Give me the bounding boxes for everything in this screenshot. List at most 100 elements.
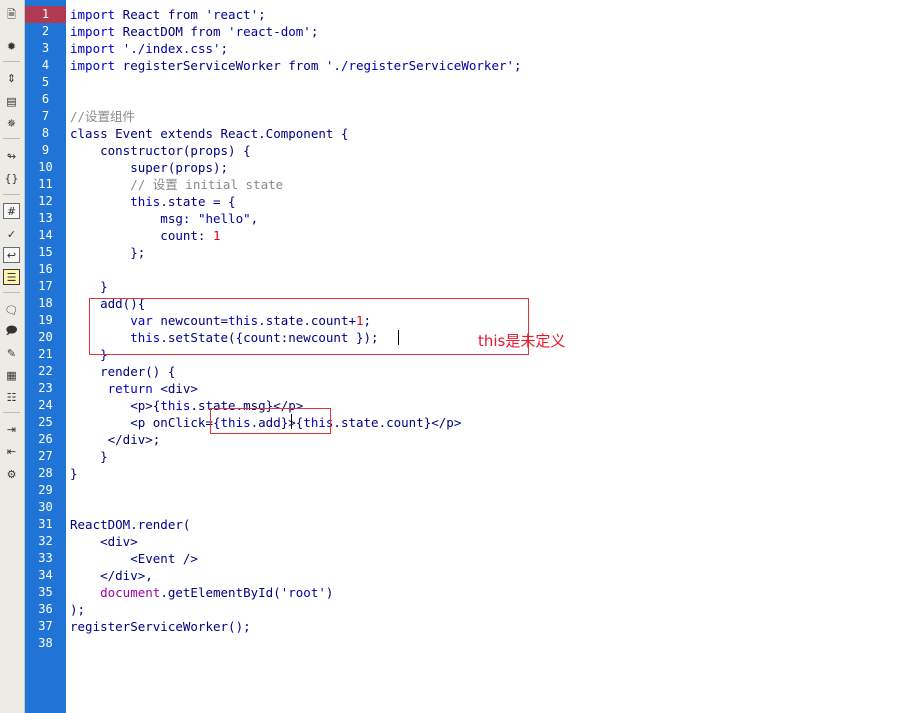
line-number: 12 [38, 194, 53, 208]
code-token: ; [514, 58, 522, 73]
line-number: 35 [38, 585, 53, 599]
settings-icon[interactable]: ✹ [3, 38, 20, 54]
code-line: } [70, 465, 78, 482]
highlight-box-add-method [89, 298, 529, 355]
format-icon[interactable]: ⚙ [3, 466, 20, 482]
file-icon[interactable]: 🗎 [3, 7, 20, 23]
code-line: super(props); [70, 159, 228, 176]
code-token: registerServiceWorker(); [70, 619, 251, 634]
code-token: "hello" [197, 211, 251, 226]
code-token: 'root' [280, 585, 326, 600]
line-number: 23 [38, 381, 53, 395]
code-token: } [70, 279, 108, 294]
code-token: 'react-dom' [228, 24, 311, 39]
code-line: }; [70, 244, 145, 261]
toolbar-divider [3, 292, 20, 293]
line-number: 18 [38, 296, 53, 310]
code-token: } [70, 466, 78, 481]
code-line: return <div> [70, 380, 198, 397]
code-line: render() { [70, 363, 175, 380]
select-block-icon[interactable]: ▤ [3, 93, 20, 109]
line-number: 9 [41, 143, 50, 157]
code-line: </div>, [70, 567, 153, 584]
brace-balance-icon[interactable]: {} [3, 170, 20, 186]
code-token: } [70, 449, 108, 464]
outdent-icon[interactable]: ⇤ [3, 443, 20, 459]
line-number: 24 [38, 398, 53, 412]
code-token: <div> [70, 534, 138, 549]
indent-icon[interactable]: ⇥ [3, 421, 20, 437]
line-number: 37 [38, 619, 53, 633]
code-token: //设置组件 [70, 109, 136, 124]
toolbar-divider [3, 412, 20, 413]
line-numbers-icon[interactable]: # [3, 203, 20, 219]
expand-all-icon[interactable]: ⇕ [3, 70, 20, 86]
line-number: 1 [25, 6, 66, 23]
code-line: class Event extends React.Component { [70, 125, 348, 142]
code-token: ; [220, 41, 229, 56]
highlight-box-onclick [210, 408, 331, 434]
code-token: , [250, 211, 259, 226]
line-number: 29 [38, 483, 53, 497]
code-line: registerServiceWorker(); [70, 618, 251, 635]
code-token: .state.count}</p> [333, 415, 462, 430]
jump-icon[interactable]: ↬ [3, 148, 20, 164]
line-number: 36 [38, 602, 53, 616]
code-line: ReactDOM.render( [70, 516, 190, 533]
line-number: 14 [38, 228, 53, 242]
line-number: 8 [41, 126, 50, 140]
code-line: <div> [70, 533, 138, 550]
code-token: constructor(props) { [70, 143, 251, 158]
line-number: 5 [41, 75, 50, 89]
code-line: // 设置 initial state [70, 176, 283, 193]
code-token: msg: [70, 211, 198, 226]
line-number: 34 [38, 568, 53, 582]
code-line: </div>; [70, 431, 161, 448]
line-number-gutter: 1 2 3 4 5 6 7 8 9 10 11 12 13 14 15 16 17 18 19 20 21 22 23 24 2… [25, 0, 66, 713]
code-token: count: [70, 228, 213, 243]
code-token: .getElementById( [160, 585, 281, 600]
code-line: //设置组件 [70, 108, 135, 125]
line-number: 13 [38, 211, 53, 225]
comment-icon[interactable]: 🗨 [3, 302, 20, 318]
code-line: constructor(props) { [70, 142, 251, 159]
code-token: document [70, 585, 161, 600]
code-token: registerServiceWorker from [115, 58, 326, 73]
line-number: 4 [41, 58, 50, 72]
line-number: 19 [38, 313, 53, 327]
code-token: </div>; [70, 432, 161, 447]
code-token: import [70, 24, 116, 39]
line-number: 25 [38, 415, 53, 429]
toolbar-divider [3, 194, 20, 195]
snippet-icon[interactable]: ▦ [3, 367, 20, 383]
table-icon[interactable]: ☷ [3, 389, 20, 405]
code-line: this.state = { [70, 193, 236, 210]
line-number: 21 [38, 347, 53, 361]
code-token: import [70, 7, 116, 22]
line-number: 28 [38, 466, 53, 480]
code-token: ReactDOM from [115, 24, 229, 39]
highlight-icon[interactable]: ☰ [3, 269, 20, 285]
code-line: } [70, 278, 108, 295]
line-number: 30 [38, 500, 53, 514]
word-wrap-icon[interactable]: ↩ [3, 247, 20, 263]
code-token: }; [70, 245, 146, 260]
code-area[interactable]: import React from 'react'; import ReactDO… [70, 0, 911, 713]
code-token: ; [258, 7, 266, 22]
syntax-check-icon[interactable]: ✓ [3, 226, 20, 242]
code-token: React from [115, 7, 206, 22]
code-token: ) [325, 585, 334, 600]
line-number: 16 [38, 262, 53, 276]
code-token: .state = { [160, 194, 236, 209]
code-line: } [70, 448, 108, 465]
uncomment-icon[interactable]: 🗩 [3, 323, 20, 339]
code-token: ReactDOM.render( [70, 517, 191, 532]
line-number: 7 [41, 109, 50, 123]
line-number: 17 [38, 279, 53, 293]
collapse-icon[interactable]: ✵ [3, 115, 20, 131]
code-token: <Event /> [70, 551, 198, 566]
edit-icon[interactable]: ✎ [3, 345, 20, 361]
code-token: './registerServiceWorker' [325, 58, 515, 73]
line-number: 22 [38, 364, 53, 378]
